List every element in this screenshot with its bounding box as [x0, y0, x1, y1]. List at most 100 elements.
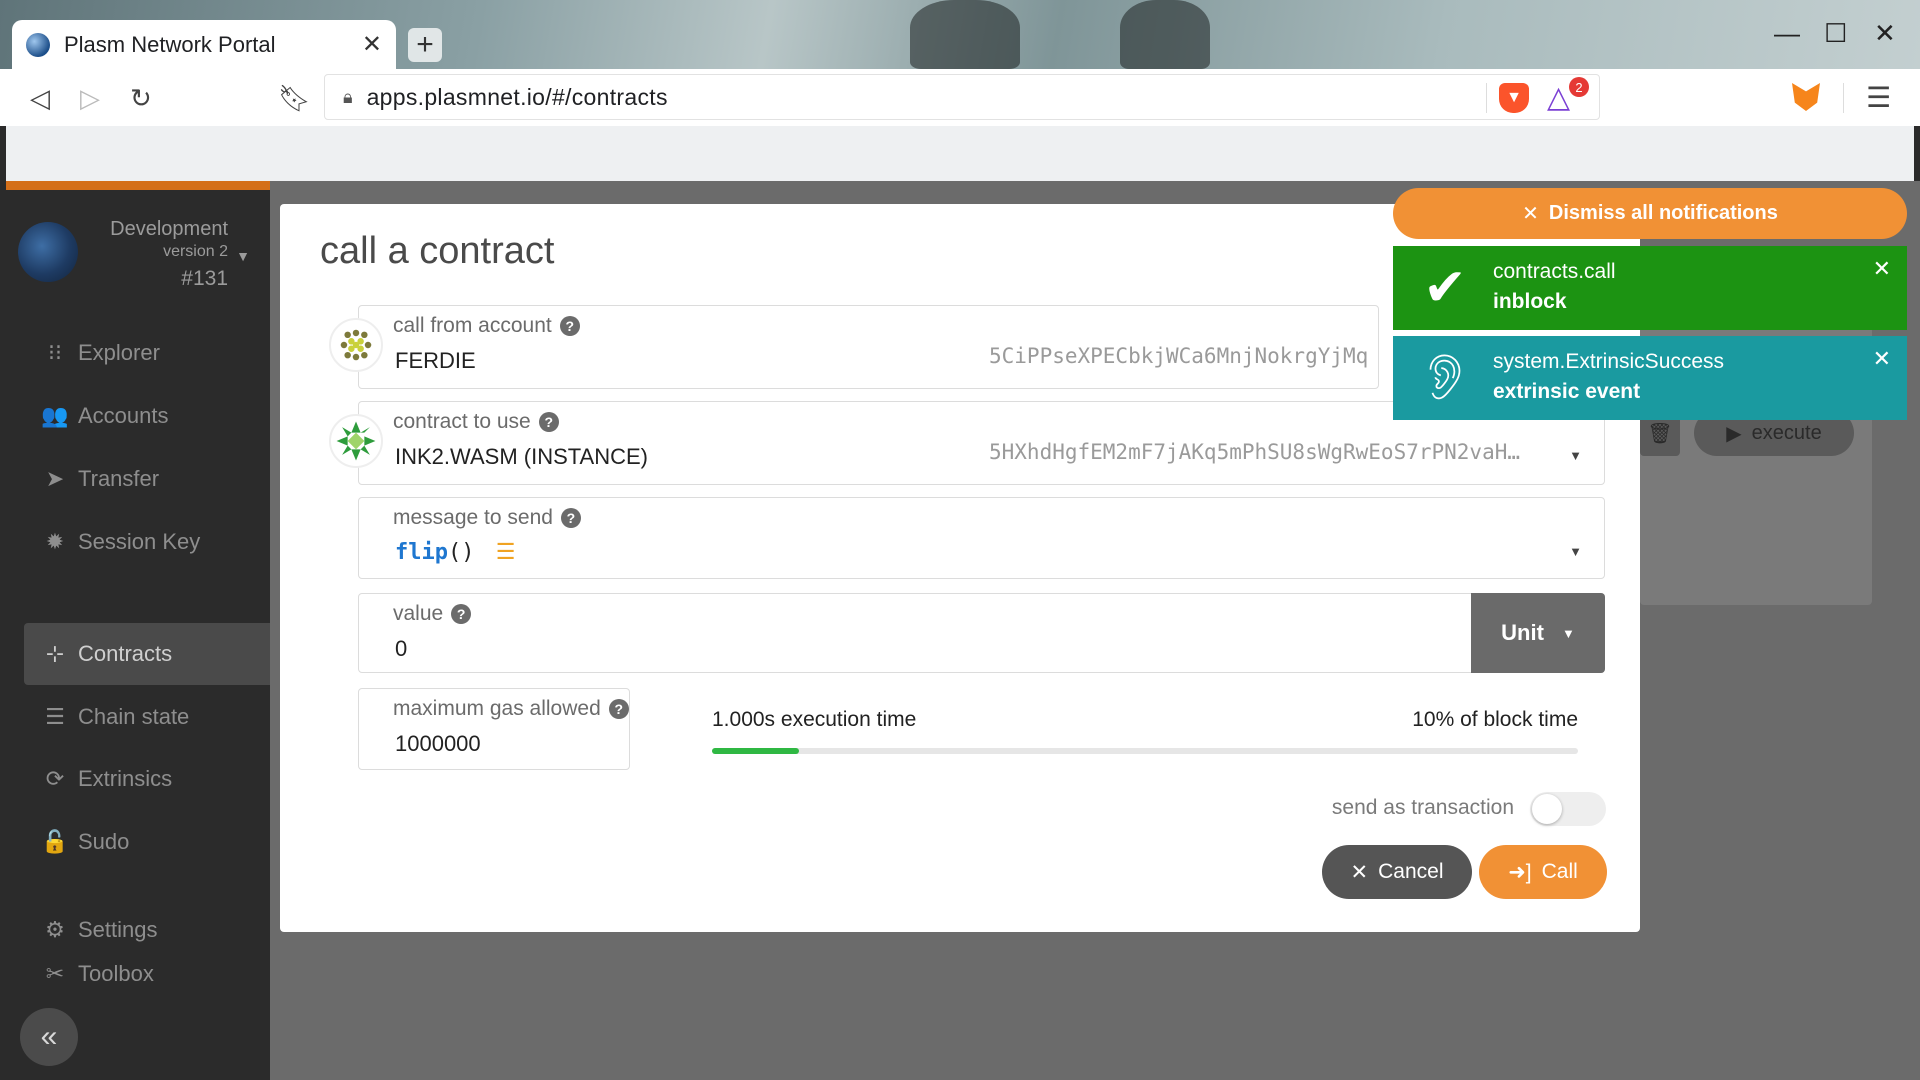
database-icon: ☰: [495, 540, 516, 565]
notification-extrinsic-success: 👂︎ system.ExtrinsicSuccess extrinsic eve…: [1393, 336, 1907, 420]
call-label: Call: [1541, 860, 1578, 883]
sidebar-item-session-key[interactable]: ✹ Session Key: [24, 511, 270, 573]
menu-icon[interactable]: ☰: [1866, 81, 1891, 114]
minimize-icon[interactable]: —: [1774, 18, 1800, 49]
toolbox-icon: ✂: [45, 961, 65, 986]
metamask-fox-icon[interactable]: [1792, 83, 1820, 111]
sidebar-item-label: Session Key: [78, 529, 201, 554]
execution-time-label: 1.000s execution time: [712, 708, 917, 731]
cogs-icon: ⚙: [45, 917, 65, 942]
close-icon[interactable]: ✕: [1873, 346, 1891, 372]
sign-in-icon: ➜]: [1508, 860, 1532, 884]
page-top-band: [6, 126, 1914, 181]
back-icon[interactable]: ◁: [30, 85, 50, 111]
message-select[interactable]: message to send? flip() ☰ ▼: [358, 497, 1605, 579]
cancel-button[interactable]: ✕ Cancel: [1322, 845, 1472, 899]
collapse-sidebar-button[interactable]: «: [20, 1008, 78, 1066]
sidebar-item-transfer[interactable]: ➤ Transfer: [24, 448, 270, 510]
notification-title: contracts.call: [1493, 260, 1616, 283]
message-label: message to send?: [393, 506, 581, 530]
sidebar-item-explorer[interactable]: ⁝⁝ Explorer: [24, 322, 270, 384]
chain-info[interactable]: Development version 2 #131: [110, 218, 228, 291]
message-fn-name: flip: [395, 540, 448, 565]
divider: [1843, 83, 1844, 113]
sidebar-item-accounts[interactable]: 👥 Accounts: [24, 385, 270, 447]
gas-input[interactable]: maximum gas allowed? 1000000: [358, 688, 630, 770]
sidebar-item-label: Accounts: [78, 403, 169, 428]
account-address: 5CiPPseXPECbkjWCa6MnjNokrgYjMq: [989, 344, 1369, 368]
account-select[interactable]: call from account? FERDIE 5CiPPseXPECbkj…: [329, 305, 1379, 389]
sidebar-item-label: Contracts: [78, 641, 173, 666]
chevron-down-icon: ▼: [1561, 625, 1575, 641]
execute-label: execute: [1751, 421, 1822, 444]
help-icon[interactable]: ?: [559, 316, 580, 336]
listen-icon: 👂︎: [1417, 353, 1473, 402]
bookmark-icon[interactable]: 🔖︎: [278, 85, 311, 111]
browser-tab[interactable]: Plasm Network Portal ✕: [12, 20, 396, 69]
account-name: FERDIE: [395, 348, 476, 373]
unit-dropdown[interactable]: Unit ▼: [1471, 593, 1605, 673]
gas-amount: 1000000: [395, 731, 481, 756]
check-icon: ✔: [1423, 259, 1467, 317]
dismiss-all-notifications-button[interactable]: ✕ Dismiss all notifications: [1393, 188, 1907, 239]
unit-label: Unit: [1501, 620, 1544, 645]
sidebar-item-label: Settings: [78, 917, 158, 942]
sidebar-item-label: Toolbox: [78, 961, 154, 986]
close-icon: ✕: [1522, 203, 1539, 225]
tab-close-icon[interactable]: ✕: [362, 30, 382, 59]
block-number: #131: [181, 267, 228, 290]
sidebar-item-settings[interactable]: ⚙ Settings: [24, 899, 270, 961]
execution-progress-track: [712, 748, 1578, 754]
block-time-label: 10% of block time: [1412, 708, 1578, 731]
help-icon[interactable]: ?: [451, 604, 472, 624]
help-icon[interactable]: ?: [560, 508, 581, 528]
chevron-down-icon[interactable]: ▼: [236, 248, 250, 264]
sidebar-item-extrinsics[interactable]: ⟳ Extrinsics: [24, 748, 270, 810]
notification-title: system.ExtrinsicSuccess: [1493, 350, 1725, 373]
close-icon: ✕: [1350, 860, 1369, 884]
dismiss-label: Dismiss all notifications: [1548, 202, 1778, 224]
chain-name: Development: [110, 218, 228, 240]
sidebar-item-label: Extrinsics: [78, 766, 173, 791]
browser-toolbar: ◁ ▷ ↻ 🔖︎ 🔒︎ apps.plasmnet.io/#/contracts…: [0, 69, 1920, 126]
notification-contracts-call: ✔ contracts.call inblock ✕: [1393, 246, 1907, 330]
cog-icon: ✹: [45, 529, 65, 554]
send-icon: ➤: [45, 466, 65, 491]
account-label: call from account?: [393, 314, 580, 338]
sidebar-item-label: Explorer: [78, 340, 160, 365]
chevron-down-icon: ▼: [1569, 448, 1582, 463]
maximize-icon[interactable]: ☐: [1824, 18, 1847, 49]
reload-icon[interactable]: ↻: [130, 85, 152, 111]
address-bar[interactable]: 🔒︎ apps.plasmnet.io/#/contracts ▼ △ 2: [324, 74, 1600, 120]
close-icon[interactable]: ✕: [1873, 256, 1891, 282]
message-value: flip() ☰: [395, 540, 515, 565]
notification-status: extrinsic event: [1493, 380, 1641, 403]
help-icon[interactable]: ?: [608, 699, 629, 719]
new-tab-button[interactable]: +: [408, 28, 442, 62]
sidebar-item-label: Chain state: [78, 704, 190, 729]
chevron-down-icon: ▼: [1569, 544, 1582, 559]
unlock-icon: 🔓: [41, 829, 69, 854]
value-input[interactable]: value? 0 Unit ▼: [358, 593, 1605, 673]
close-window-icon[interactable]: ✕: [1874, 18, 1896, 49]
contract-address: 5HXhdHgfEM2mF7jAKq5mPhSU8sWgRwEoS7rPN2va…: [989, 440, 1521, 464]
call-button[interactable]: ➜] Call: [1479, 845, 1607, 899]
sidebar-item-contracts[interactable]: ⊹ Contracts: [24, 623, 270, 685]
brave-shield-icon[interactable]: ▼: [1499, 83, 1529, 113]
forward-icon[interactable]: ▷: [80, 85, 100, 111]
sidebar-item-toolbox[interactable]: ✂ Toolbox: [24, 961, 270, 991]
modal-title: call a contract: [320, 230, 555, 272]
rewards-badge: 2: [1569, 77, 1589, 97]
gas-label: maximum gas allowed?: [393, 697, 629, 721]
compress-icon: ⊹: [45, 641, 65, 666]
send-as-transaction-toggle[interactable]: [1530, 792, 1606, 826]
favicon-icon: [26, 32, 50, 57]
sidebar-item-label: Sudo: [78, 829, 130, 854]
sidebar-item-sudo[interactable]: 🔓 Sudo: [24, 811, 270, 873]
value-amount: 0: [395, 636, 408, 661]
contract-identicon-icon: [329, 414, 383, 468]
help-icon[interactable]: ?: [538, 412, 559, 432]
message-fn-parens: (): [447, 540, 475, 565]
sidebar-item-chain-state[interactable]: ☰ Chain state: [24, 686, 270, 748]
chain-logo[interactable]: [18, 222, 78, 282]
